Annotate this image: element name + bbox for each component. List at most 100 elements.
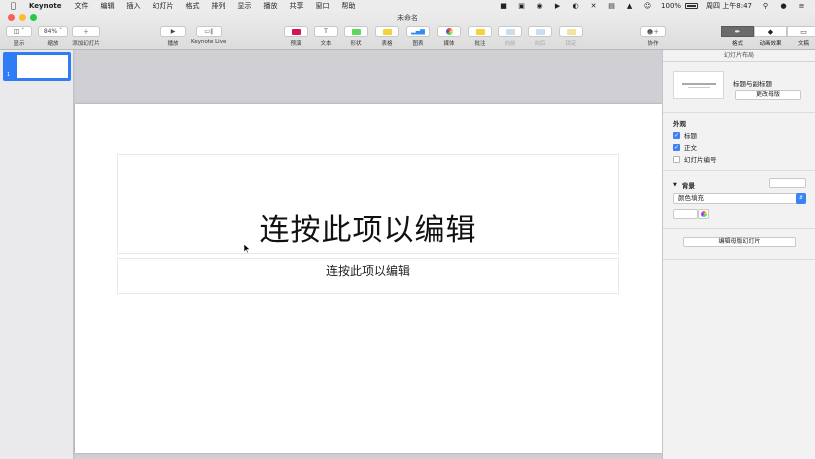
body-checkbox-row[interactable]: ✓ 正文 (673, 142, 697, 152)
menu-bar:  Keynote 文件 编辑 插入 幻灯片 格式 排列 显示 播放 共享 窗口… (0, 0, 815, 11)
backward-icon (535, 28, 545, 35)
slide-number: 1 (7, 72, 11, 78)
color-well[interactable] (673, 209, 698, 219)
status-app-icon[interactable]: ◉ (535, 2, 544, 10)
edit-master-slide-button[interactable]: 编辑母版幻灯片 (683, 237, 796, 247)
send-backward-button[interactable]: 向后 (528, 26, 552, 47)
menu-play[interactable]: 播放 (264, 1, 278, 11)
divider (663, 170, 815, 171)
master-name: 标题与副标题 (733, 80, 772, 88)
media-button[interactable]: 媒体 (437, 26, 461, 47)
format-tab[interactable]: ✒ (721, 26, 754, 37)
divider (663, 112, 815, 113)
shape-icon (351, 28, 361, 35)
slide-thumbnail (17, 55, 68, 78)
window-toolbar: 未命名 ◫ ˇ 显示 84% ˇ 缩放 ＋ 添加幻灯片 ▶ 播放 ▭∥ Keyn… (0, 11, 815, 50)
select-arrow-icon: ⇵ (796, 193, 806, 204)
forward-icon (505, 28, 515, 35)
sidebar-icon: ◫ ˇ (6, 26, 32, 37)
collaborate-button[interactable]: ☻＋ 协作 (640, 26, 666, 47)
slide-number-checkbox-row[interactable]: 幻灯片编号 (673, 154, 717, 164)
slide[interactable]: 连按此项以编辑 连按此项以编辑 (75, 104, 662, 453)
slide-navigator: 1 (0, 50, 74, 459)
mouse-cursor-icon (244, 244, 250, 253)
menu-share[interactable]: 共享 (290, 1, 304, 11)
preview-button[interactable]: 预演 (284, 26, 308, 47)
plus-icon: ＋ (72, 26, 100, 37)
title-placeholder-text: 连按此项以编辑 (259, 213, 477, 248)
master-thumbnail[interactable] (673, 71, 724, 99)
status-app-icon[interactable]: ▣ (517, 2, 526, 10)
divider (663, 259, 815, 260)
menu-insert[interactable]: 插入 (127, 1, 141, 11)
bring-forward-button[interactable]: 向前 (498, 26, 522, 47)
color-wheel-button[interactable] (698, 209, 709, 219)
menu-list-icon[interactable]: ≡ (797, 2, 806, 10)
color-wheel-icon (700, 211, 707, 217)
text-icon: T (314, 26, 338, 37)
add-slide-button[interactable]: ＋ 添加幻灯片 (72, 26, 100, 47)
subtitle-placeholder-text: 连按此项以编辑 (325, 264, 410, 278)
play-icon: ▶ (160, 26, 186, 37)
play-button[interactable]: ▶ 播放 (160, 26, 186, 47)
status-app-icon[interactable]: ■ (499, 2, 508, 10)
title-placeholder[interactable]: 连按此项以编辑 (117, 154, 619, 254)
menu-window[interactable]: 窗口 (316, 1, 330, 11)
status-app-icon[interactable]: ▲ (625, 2, 634, 10)
status-app-icon[interactable]: ✕ (589, 2, 598, 10)
table-button[interactable]: 表格 (375, 26, 399, 47)
slide-canvas: 连按此项以编辑 连按此项以编辑 (75, 50, 662, 459)
menu-edit[interactable]: 编辑 (101, 1, 115, 11)
animate-tab[interactable]: ◆ (754, 26, 787, 37)
divider (663, 228, 815, 229)
shape-button[interactable]: 形状 (344, 26, 368, 47)
menu-clock[interactable]: 周四 上午8:47 (706, 1, 752, 11)
view-button[interactable]: ◫ ˇ 显示 (6, 26, 32, 47)
search-icon[interactable]: ⚲ (761, 2, 770, 10)
menu-format[interactable]: 格式 (186, 1, 200, 11)
battery-percent: 100% (661, 1, 682, 10)
change-master-button[interactable]: 更改母版 (735, 90, 801, 100)
title-checkbox[interactable]: ✓ (673, 131, 680, 139)
appearance-heading: 外观 (673, 120, 686, 128)
fill-type-select[interactable]: 颜色填充 ⇵ (673, 193, 806, 204)
comment-icon (475, 28, 485, 35)
slide-number-checkbox[interactable] (673, 155, 680, 163)
apple-menu-icon[interactable]:  (11, 0, 21, 11)
disclosure-triangle-icon: ▼ (673, 182, 677, 188)
document-tab[interactable]: ▭ (787, 26, 815, 37)
body-checkbox[interactable]: ✓ (673, 143, 680, 151)
menu-arrange[interactable]: 排列 (212, 1, 226, 11)
live-icon: ▭∥ (195, 26, 222, 37)
text-button[interactable]: T 文本 (314, 26, 338, 47)
wifi-icon[interactable]: ☺ (643, 2, 652, 10)
comment-button[interactable]: 批注 (468, 26, 492, 47)
status-app-icon[interactable]: ▤ (607, 2, 616, 10)
battery-icon[interactable] (685, 2, 699, 9)
keynote-live-button[interactable]: ▭∥ Keynote Live (191, 26, 226, 45)
background-disclosure[interactable]: ▼ 背景 (673, 180, 695, 190)
user-icon[interactable]: ● (779, 2, 788, 10)
chart-icon: ▂▄▆ (406, 26, 430, 37)
subtitle-placeholder[interactable]: 连按此项以编辑 (117, 258, 619, 294)
rehearse-icon (291, 28, 301, 35)
collaborate-icon: ☻＋ (640, 26, 666, 37)
menu-help[interactable]: 帮助 (342, 1, 356, 11)
lock-button[interactable]: 锁定 (559, 26, 583, 47)
menu-file[interactable]: 文件 (75, 1, 89, 11)
status-app-icon[interactable]: ▶ (553, 2, 562, 10)
inspector-tab-labels: 格式 动画效果 文稿 (731, 41, 809, 47)
menu-view[interactable]: 显示 (238, 1, 252, 11)
menu-slide[interactable]: 幻灯片 (153, 1, 174, 11)
slide-thumbnail-selected[interactable]: 1 (3, 52, 71, 81)
status-app-icon[interactable]: ◐ (571, 2, 580, 10)
background-preview[interactable] (769, 178, 806, 188)
window-title[interactable]: 未命名 (0, 13, 815, 23)
document-icon: ▭ (800, 27, 807, 36)
menu-app-name[interactable]: Keynote (29, 2, 62, 10)
master-subtitle-line (688, 87, 710, 88)
inspector-segmented-control: ✒ ◆ ▭ (721, 26, 815, 37)
chart-button[interactable]: ▂▄▆ 图表 (406, 26, 430, 47)
zoom-button[interactable]: 84% ˇ 缩放 (38, 26, 68, 47)
title-checkbox-row[interactable]: ✓ 标题 (673, 130, 697, 140)
